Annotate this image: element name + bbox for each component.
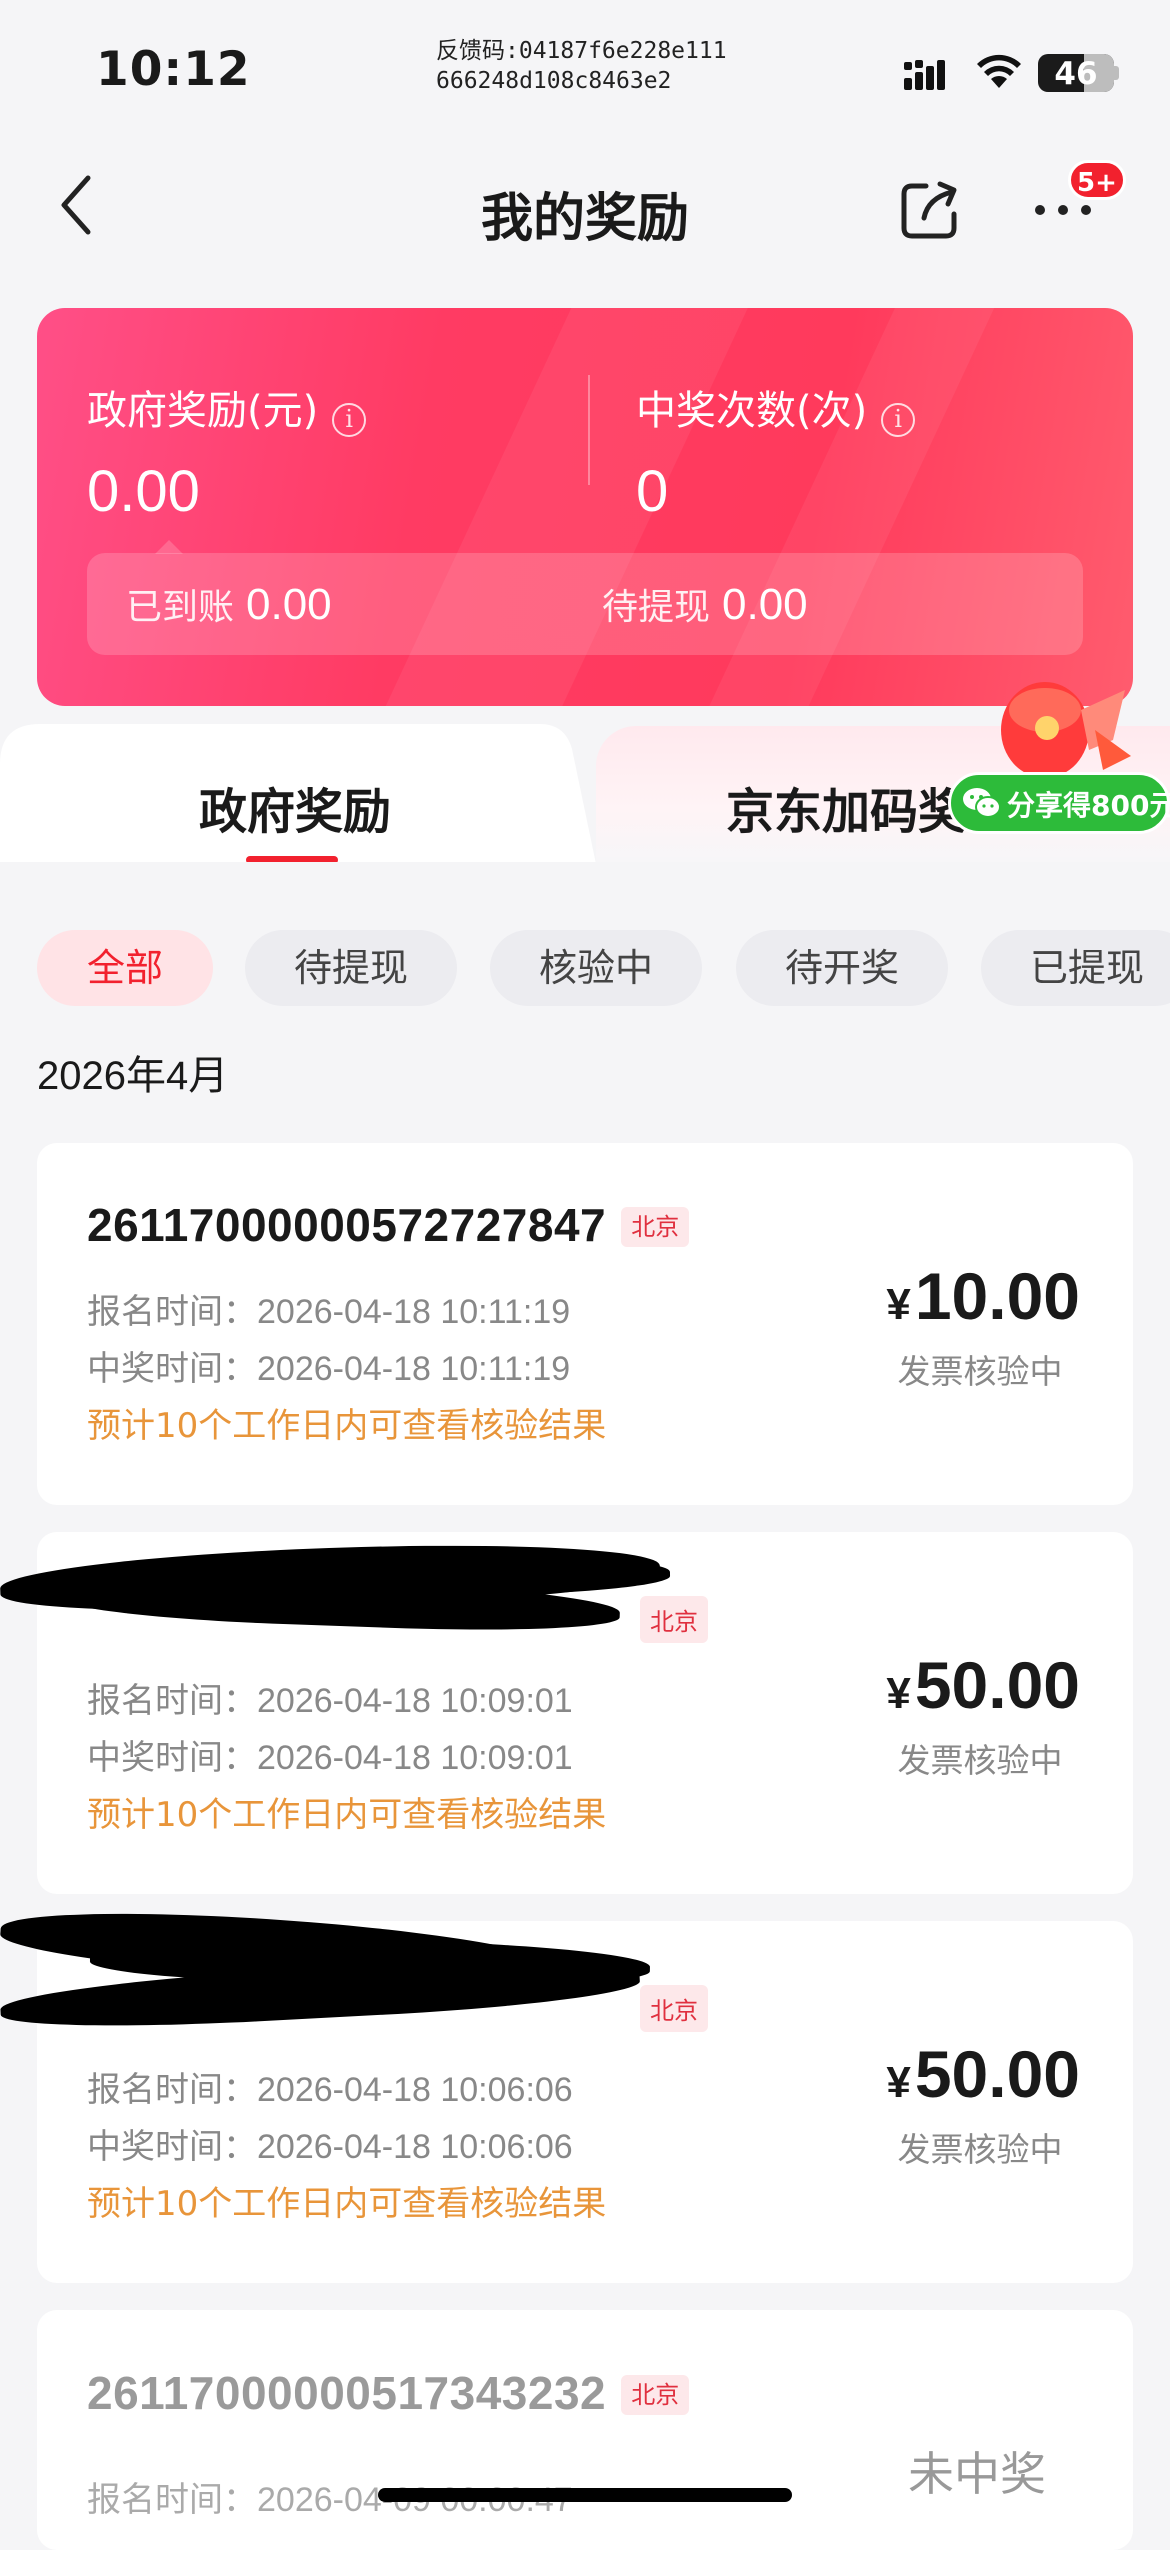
received-value: 0.00 [246,580,332,629]
info-icon[interactable]: i [881,402,916,437]
order-number: 261170000005173432​32 [87,2367,607,2419]
win-time-row: 中奖时间：2026-04-18 10:11:19 [87,1341,570,1390]
received-row: 已到账 0.00 [126,578,332,630]
month-header: 2026年4月 [37,1054,229,1098]
filter-chip-withdrawn[interactable]: 已提现 [981,930,1170,1006]
verification-note: 预计10个工作日内可查看核验结果 [87,2184,607,2224]
signup-time-row: 报名时间：2026-04-18 10:09:01 [87,1673,573,1722]
region-tag: 北京 [640,1596,708,1643]
filter-chip-pending-withdraw[interactable]: 待提现 [245,930,457,1006]
gov-reward-label: 政府奖励(元) [87,388,319,434]
pending-value: 0.00 [722,580,808,629]
signup-time-label: 报名时间： [87,1682,257,1720]
amount-value: 50.00 [914,1648,1080,1722]
currency-symbol: ¥ [886,1669,911,1718]
gov-reward-stat-label: 政府奖励(元) i [87,378,367,437]
filter-chip-all[interactable]: 全部 [37,930,213,1006]
signup-time-row: 报名时间：2026-04-18 10:06:06 [87,2062,573,2111]
order-number: 261170000005727278​47 [87,1199,607,1251]
region-tag: 北京 [640,1985,708,2032]
info-icon[interactable]: i [332,402,367,437]
pending-row: 待提现 0.00 [602,578,808,630]
reward-amount: ¥10.00 [820,1258,1080,1334]
battery-tip [1114,66,1119,80]
wifi-icon [977,54,1021,88]
gov-reward-value: 0.00 [87,459,200,524]
record-status: 发票核验中 [897,1352,1063,1391]
record-status: 未中奖 [908,2447,1046,2501]
win-time-value: 2026-04-18 10:06:06 [257,2128,573,2166]
signup-time-label: 报名时间： [87,2481,257,2519]
back-button[interactable] [50,170,110,240]
win-count-label: 中奖次数(次) [636,388,868,434]
region-tag: 北京 [621,1207,690,1247]
feedback-code-line1: 反馈码:04187f6e228e111 [436,38,727,64]
battery-icon: 46 [1038,54,1114,92]
reward-amount: ¥50.00 [820,1647,1080,1723]
panel-pointer [155,540,183,554]
filter-chip-verifying[interactable]: 核验中 [490,930,702,1006]
win-count-stat-label: 中奖次数(次) i [636,378,916,437]
win-count-value: 0 [636,459,669,524]
win-time-row: 中奖时间：2026-04-18 10:06:06 [87,2119,573,2168]
region-tag: 北京 [621,2375,690,2415]
cellular-signal-icon [904,60,945,90]
signup-time-value: 2026-04-18 10:06:06 [257,2071,573,2109]
pending-label: 待提现 [602,587,711,628]
filter-chip-pending-draw[interactable]: 待开奖 [736,930,948,1006]
home-indicator[interactable] [378,2488,792,2502]
status-time: 10:12 [96,42,251,97]
filter-section-bg [0,862,1170,892]
win-time-label: 中奖时间： [87,1739,257,1777]
signup-time-value: 2026-04-18 10:11:19 [257,1293,571,1331]
record-header: 261170000005727278​47 北京 [87,1198,690,1252]
record-status: 发票核验中 [897,1741,1063,1780]
tab-gov-reward-label: 政府奖励 [198,784,391,840]
reward-amount: ¥50.00 [820,2036,1080,2112]
amount-value: 10.00 [914,1259,1080,1333]
signup-time-label: 报名时间： [87,1293,257,1331]
feedback-code: 反馈码:04187f6e228e111 666248d108c8463e2 [436,36,756,96]
page-title: 我的奖励 [480,189,689,249]
verification-note: 预计10个工作日内可查看核验结果 [87,1795,607,1835]
win-time-value: 2026-04-18 10:09:01 [257,1739,573,1777]
verification-note: 预计10个工作日内可查看核验结果 [87,1406,607,1446]
signup-time-row: 报名时间：2026-04-18 10:11:19 [87,1284,570,1333]
win-time-row: 中奖时间：2026-04-18 10:09:01 [87,1730,573,1779]
amount-value: 50.00 [914,2037,1080,2111]
currency-symbol: ¥ [886,2058,911,2107]
win-time-value: 2026-04-18 10:11:19 [257,1350,571,1388]
signup-time-label: 报名时间： [87,2071,257,2109]
battery-level: 46 [1054,56,1098,92]
reward-record-card[interactable]: 261170000005173432​32 北京 报名时间：2026-04-09… [37,2310,1133,2550]
stat-divider [588,375,590,485]
wechat-icon [963,788,1001,818]
share-button[interactable] [896,174,966,244]
win-time-label: 中奖时间： [87,1350,257,1388]
record-header: 261170000005173432​32 北京 [87,2366,690,2420]
record-status: 发票核验中 [897,2130,1063,2169]
win-time-label: 中奖时间： [87,2128,257,2166]
feedback-code-line2: 666248d108c8463e2 [436,68,672,94]
signup-time-value: 2026-04-18 10:09:01 [257,1682,573,1720]
received-label: 已到账 [126,587,235,628]
notification-badge: 5+ [1068,160,1126,200]
currency-symbol: ¥ [886,1280,911,1329]
